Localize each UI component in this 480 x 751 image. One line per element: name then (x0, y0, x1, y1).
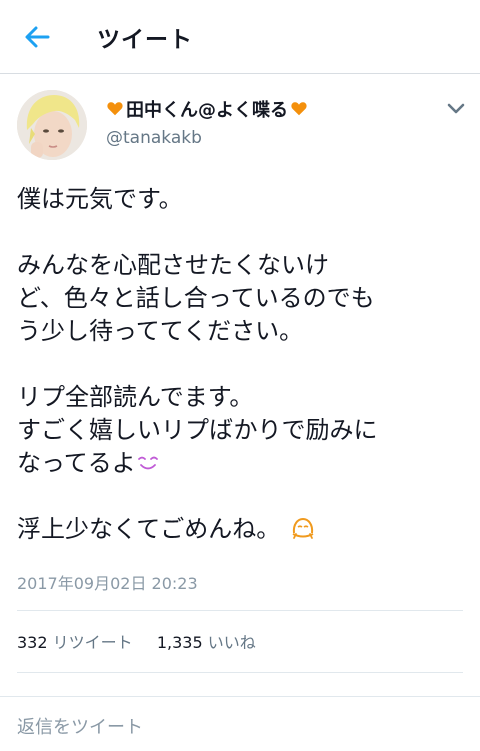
tweet-line: リプ全部読んでます。 (17, 383, 254, 411)
tweet-line-with-emoji: なってるよ (17, 447, 467, 480)
retweet-stat[interactable]: 332 リツイート (17, 633, 133, 652)
tweet-line: 浮上少なくてごめんね。 (17, 515, 281, 543)
tweet-text: 僕は元気です。 みんなを心配させたくないけ ど、色々と話し合っているのでも う少… (17, 183, 467, 546)
user-handle[interactable]: @tanakakb (106, 128, 202, 148)
orange-heart-icon (107, 102, 123, 116)
tweet-line: なってるよ (17, 449, 136, 477)
like-label: いいね (207, 633, 256, 652)
tweet-line: みんなを心配させたくないけ (17, 251, 329, 279)
bowing-face-emoji-icon (292, 517, 314, 539)
orange-heart-icon (291, 102, 307, 116)
display-name-text: 田中くん@よく喋る (126, 100, 288, 121)
tweet-line: う少し待っててください。 (17, 317, 304, 345)
tweet-line: 僕は元気です。 (17, 185, 183, 213)
back-arrow-icon[interactable] (22, 22, 52, 52)
avatar[interactable] (17, 90, 87, 160)
divider (17, 610, 463, 611)
retweet-label: リツイート (52, 633, 133, 652)
like-stat[interactable]: 1,335 いいね (157, 633, 256, 652)
smiling-face-emoji-icon (137, 456, 158, 470)
tweet-timestamp: 2017年09月02日 20:23 (17, 574, 198, 593)
retweet-count: 332 (17, 633, 48, 652)
tweet-line: すごく嬉しいリプばかりで励みに (17, 416, 378, 444)
display-name[interactable]: 田中くん@よく喋る (106, 96, 308, 122)
screen-title: ツイート (97, 27, 193, 53)
reply-input[interactable]: 返信をツイート (17, 713, 143, 739)
chevron-down-icon[interactable] (446, 102, 466, 116)
top-bar: ツイート (0, 0, 480, 74)
tweet-stats: 332 リツイート 1,335 いいね (17, 629, 256, 653)
tweet-line-with-emoji: 浮上少なくてごめんね。 (17, 513, 467, 546)
like-count: 1,335 (156, 633, 203, 652)
reply-bar: 返信をツイート (0, 696, 480, 751)
divider (17, 672, 463, 673)
tweet-line: ど、色々と話し合っているのでも (17, 284, 375, 312)
